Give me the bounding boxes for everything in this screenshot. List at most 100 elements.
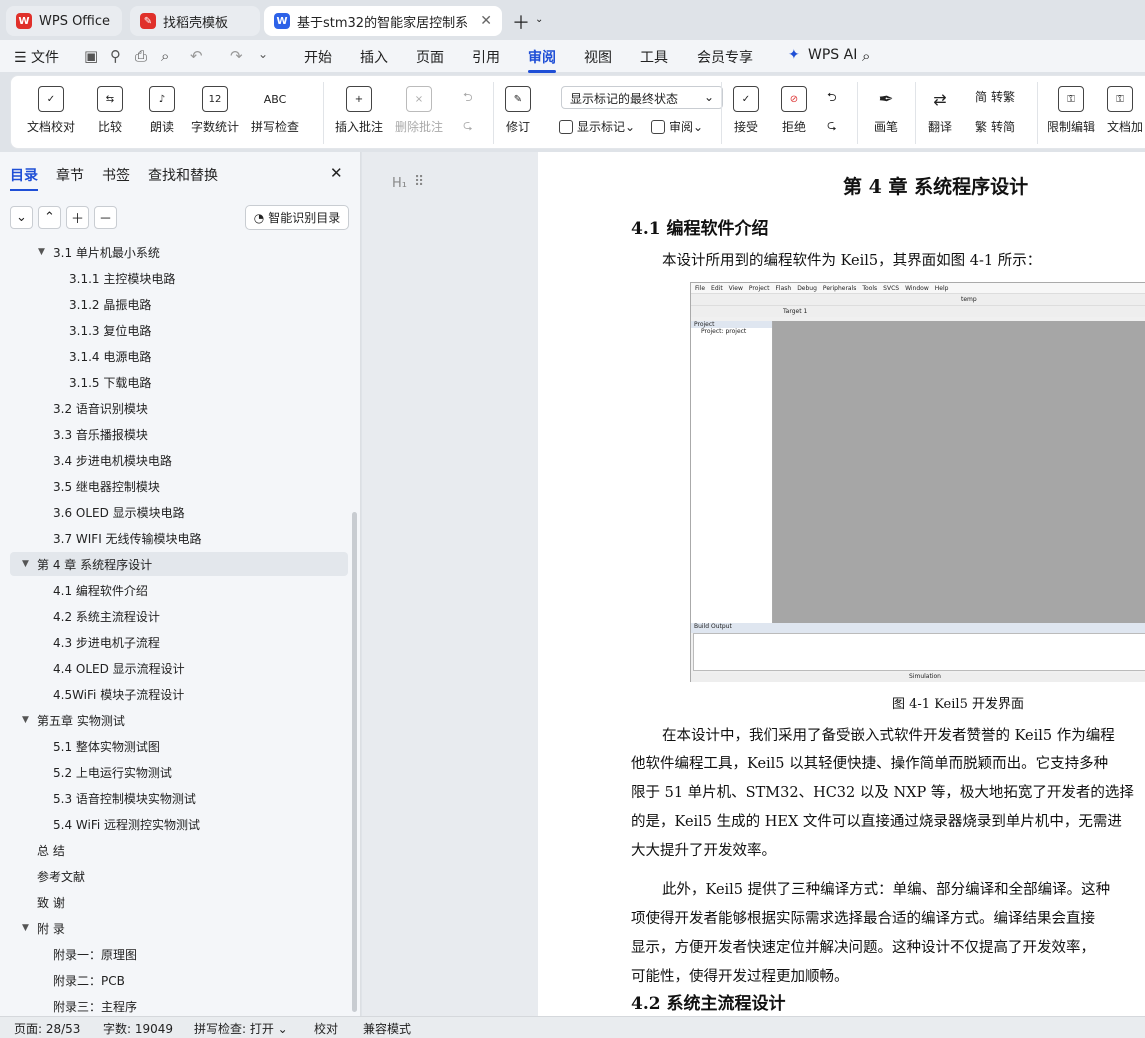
- word-count-button[interactable]: 12 字数统计: [191, 86, 239, 135]
- toc-item[interactable]: 3.3 音乐播报模块: [0, 422, 340, 446]
- expand-triangle-icon[interactable]: ▼: [22, 559, 29, 569]
- toc-item[interactable]: 3.1.3 复位电路: [0, 318, 340, 342]
- tab-wps-office[interactable]: W WPS Office: [6, 6, 122, 36]
- translate-button[interactable]: ⇄ 翻译: [927, 86, 953, 135]
- toc-item[interactable]: 附录三：主程序: [0, 994, 340, 1016]
- toc-item[interactable]: ▼ 第 4 章 系统程序设计: [10, 552, 348, 576]
- doc-encrypt-button[interactable]: ⚿ 文档加: [1107, 86, 1143, 135]
- more-chevron-icon[interactable]: ⌄: [258, 47, 268, 61]
- toc-item[interactable]: 5.2 上电运行实物测试: [0, 760, 340, 784]
- close-panel-icon[interactable]: ✕: [330, 164, 343, 182]
- toc-item[interactable]: 3.1.5 下载电路: [0, 370, 340, 394]
- prev-comment-icon[interactable]: ⮌: [463, 88, 473, 109]
- file-menu[interactable]: ☰ 文件: [14, 47, 59, 67]
- save-icon[interactable]: ▣: [84, 47, 98, 65]
- menu-view[interactable]: 视图: [584, 47, 612, 67]
- tab-bookmarks[interactable]: 书签: [102, 165, 130, 185]
- toc-item[interactable]: ▼ 3.1 单片机最小系统: [0, 244, 340, 264]
- to-simplified-button[interactable]: 繁转简: [975, 118, 1015, 135]
- wps-ai-icon[interactable]: ✦: [788, 47, 800, 63]
- reject-button[interactable]: ⊘ 拒绝: [781, 86, 807, 135]
- spell-check-button[interactable]: ABC 拼写检查: [251, 86, 299, 135]
- search-icon[interactable]: ⌕: [862, 47, 870, 65]
- review-pane-button[interactable]: 审阅 ⌄: [651, 118, 703, 135]
- proofread-status[interactable]: 校对: [314, 1020, 338, 1037]
- compare-button[interactable]: ⇆ 比较: [97, 86, 123, 135]
- prev-change-icon[interactable]: ⮌: [827, 88, 837, 109]
- toc-item[interactable]: 3.6 OLED 显示模块电路: [0, 500, 340, 524]
- add-heading-icon[interactable]: ＋: [66, 206, 89, 229]
- toc-item[interactable]: 3.1.1 主控模块电路: [0, 266, 340, 290]
- document-page[interactable]: H₁ ⠿ 第 4 章 系统程序设计 4.1 编程软件介绍 本设计所用到的编程软件…: [392, 152, 1145, 1016]
- menu-page[interactable]: 页面: [416, 47, 444, 67]
- expand-all-icon[interactable]: ⌄: [10, 206, 33, 229]
- remove-heading-icon[interactable]: －: [94, 206, 117, 229]
- menu-member[interactable]: 会员专享: [697, 47, 753, 67]
- toc-item[interactable]: 5.4 WiFi 远程测控实物测试: [0, 812, 340, 836]
- insert-comment-button[interactable]: + 插入批注: [335, 86, 383, 135]
- menu-review[interactable]: 审阅: [528, 47, 556, 73]
- toc-item[interactable]: 3.4 步进电机模块电路: [0, 448, 340, 472]
- word-count-indicator[interactable]: 字数: 19049: [103, 1020, 173, 1037]
- close-tab-icon[interactable]: ✕: [480, 13, 492, 29]
- proofread-button[interactable]: ✓ 文档校对: [27, 86, 75, 135]
- next-comment-icon[interactable]: ⮎: [463, 116, 473, 137]
- toc-item[interactable]: 3.2 语音识别模块: [0, 396, 340, 420]
- toc-item[interactable]: ▼ 附 录: [0, 916, 340, 940]
- print-icon[interactable]: ⎙: [135, 47, 147, 65]
- toc-item[interactable]: 4.2 系统主流程设计: [0, 604, 340, 628]
- menu-references[interactable]: 引用: [472, 47, 500, 67]
- expand-triangle-icon[interactable]: ▼: [38, 247, 45, 257]
- toc-item[interactable]: 3.1.2 晶振电路: [0, 292, 340, 316]
- redo-icon[interactable]: ↷: [230, 47, 243, 65]
- pen-button[interactable]: ✒ 画笔: [873, 86, 899, 135]
- tab-list-chevron-icon[interactable]: ⌄: [535, 14, 543, 25]
- spell-check-status[interactable]: 拼写检查: 打开 ⌄: [194, 1020, 288, 1037]
- menu-home[interactable]: 开始: [304, 47, 332, 67]
- accept-button[interactable]: ✓ 接受: [733, 86, 759, 135]
- page-indicator[interactable]: 页面: 28/53: [14, 1020, 80, 1037]
- drag-handle-icon[interactable]: ⠿: [414, 174, 424, 190]
- toc-item[interactable]: 3.7 WIFI 无线传输模块电路: [0, 526, 340, 550]
- toc-item[interactable]: 4.1 编程软件介绍: [0, 578, 340, 602]
- toc-item[interactable]: 总 结: [0, 838, 340, 862]
- toc-item[interactable]: 5.1 整体实物测试图: [0, 734, 340, 758]
- tab-document[interactable]: W 基于stm32的智能家居控制系 ✕: [264, 6, 502, 36]
- show-markup-button[interactable]: 显示标记 ⌄: [559, 118, 635, 135]
- toc-item[interactable]: 5.3 语音控制模块实物测试: [0, 786, 340, 810]
- toc-item[interactable]: 4.5WiFi 模块子流程设计: [0, 682, 340, 706]
- collapse-icon[interactable]: ⌃: [38, 206, 61, 229]
- wps-ai-button[interactable]: WPS AI: [808, 47, 857, 63]
- expand-triangle-icon[interactable]: ▼: [22, 923, 29, 933]
- to-traditional-button[interactable]: 简转繁: [975, 88, 1015, 105]
- smart-toc-button[interactable]: ◔ 智能识别目录: [245, 205, 349, 230]
- undo-icon[interactable]: ↶: [190, 47, 203, 65]
- read-aloud-button[interactable]: ♪ 朗读: [149, 86, 175, 135]
- menu-insert[interactable]: 插入: [360, 47, 388, 67]
- toc-item[interactable]: 3.5 继电器控制模块: [0, 474, 340, 498]
- toc-item[interactable]: 附录一：原理图: [0, 942, 340, 966]
- toc-item[interactable]: ▼ 第五章 实物测试: [0, 708, 340, 732]
- toc-scrollbar[interactable]: [352, 512, 357, 1012]
- share-icon[interactable]: ⚲: [110, 47, 121, 65]
- tab-chapters[interactable]: 章节: [56, 165, 84, 185]
- track-changes-button[interactable]: ✎ 修订: [505, 86, 531, 135]
- next-change-icon[interactable]: ⮎: [827, 116, 837, 137]
- expand-triangle-icon[interactable]: ▼: [22, 715, 29, 725]
- tab-find-replace[interactable]: 查找和替换: [148, 165, 218, 185]
- restrict-edit-button[interactable]: ⚿ 限制编辑: [1047, 86, 1095, 135]
- new-tab-icon[interactable]: ＋: [512, 9, 530, 35]
- markup-mode-select[interactable]: 显示标记的最终状态 ⌄: [561, 86, 723, 109]
- tab-template[interactable]: ✎ 找稻壳模板: [130, 6, 260, 36]
- menu-tools[interactable]: 工具: [640, 47, 668, 67]
- toc-item[interactable]: 4.3 步进电机子流程: [0, 630, 340, 654]
- delete-comment-button[interactable]: × 删除批注: [395, 86, 443, 135]
- toc-item[interactable]: 附录二：PCB: [0, 968, 340, 992]
- print-preview-icon[interactable]: ⌕: [161, 47, 169, 65]
- toc-item[interactable]: 3.1.4 电源电路: [0, 344, 340, 368]
- toc-item[interactable]: 参考文献: [0, 864, 340, 888]
- heading-style-icon[interactable]: H₁: [392, 176, 407, 191]
- toc-item[interactable]: 4.4 OLED 显示流程设计: [0, 656, 340, 680]
- toc-item[interactable]: 致 谢: [0, 890, 340, 914]
- tab-toc[interactable]: 目录: [10, 165, 38, 191]
